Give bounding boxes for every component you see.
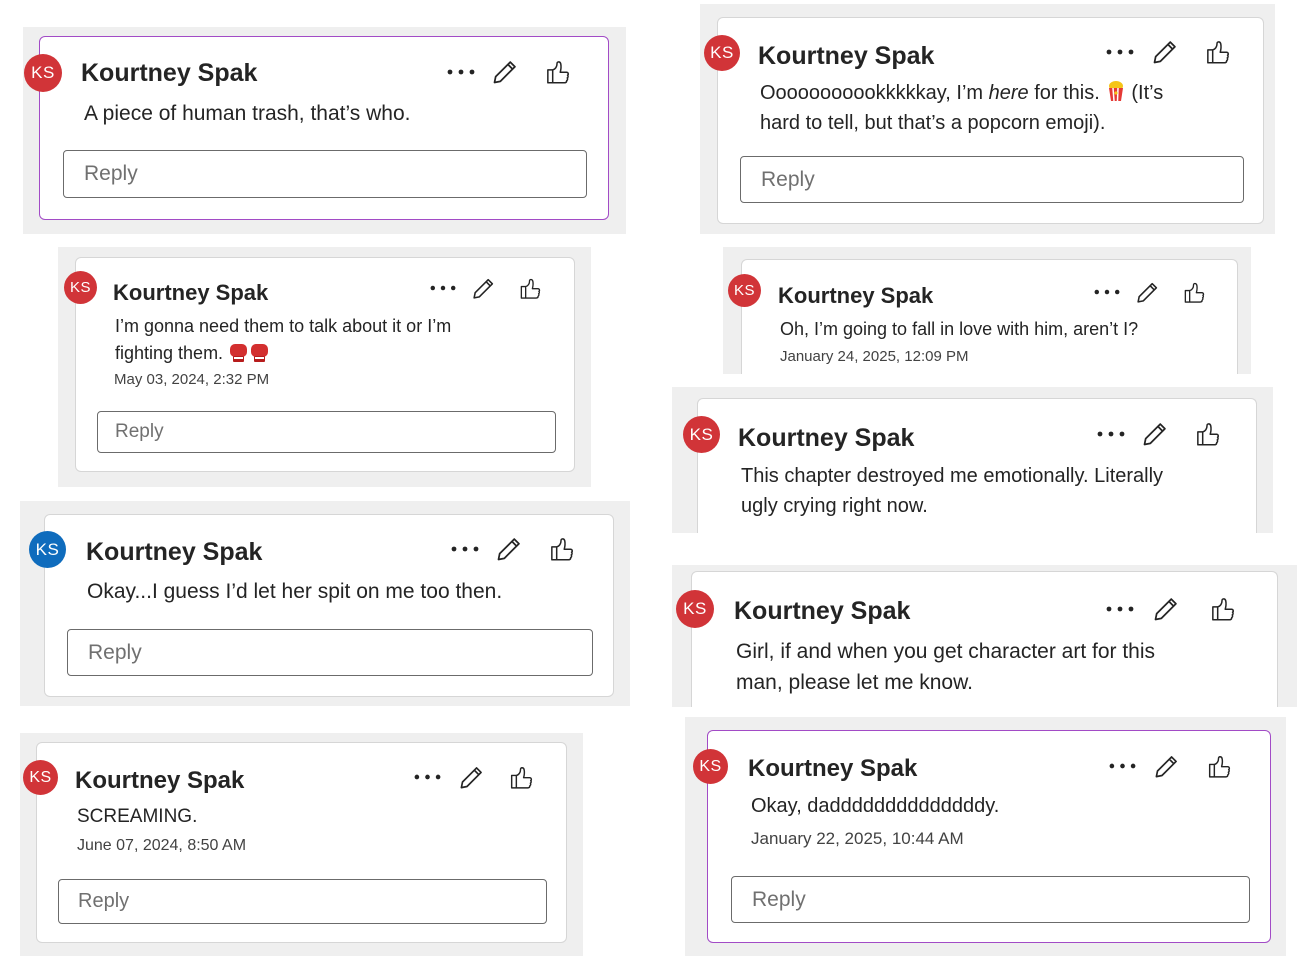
edit-pencil-icon[interactable] [460,273,506,303]
avatar: KS [29,531,66,568]
edit-pencil-icon[interactable] [479,55,531,89]
comment-actions [1090,277,1216,307]
avatar: KS [64,271,97,304]
comment-author: Kourtney Spak [75,767,245,794]
reply-input[interactable]: Reply [97,411,556,453]
boxing-glove-emoji-icon [229,343,271,363]
comment-timestamp: June 07, 2024, 8:50 AM [77,837,247,854]
comment-text: Ooooooooookkkkkay, I’m here for this. (I… [760,80,1164,134]
comment-actions [409,761,543,793]
edit-pencil-icon[interactable] [1140,750,1192,782]
comment-text: Oh, I’m going to fall in love with him, … [780,319,1139,339]
avatar: KS [728,274,761,307]
comment-text: Girl, if and when you get character art … [736,640,1156,694]
comment-author: Kourtney Spak [734,597,911,625]
comment-actions [426,273,552,303]
like-thumbs-up-icon[interactable] [1170,277,1216,307]
comment-author: Kourtney Spak [758,42,935,70]
comment-timestamp: May 03, 2024, 2:32 PM [114,371,270,388]
avatar: KS [704,35,740,71]
comment-card[interactable]: KS Kourtney Spak Ooooooooookkkkkay, I’m … [704,17,1264,224]
comment-text: This chapter destroyed me emotionally. L… [741,465,1164,517]
comment-text: A piece of human trash, that’s who. [84,102,411,125]
comment-author: Kourtney Spak [778,283,934,308]
avatar: KS [24,54,62,92]
comment-card[interactable]: KS Kourtney Spak A piece of human trash,… [24,36,609,220]
avatar: KS [23,760,58,795]
more-options-icon[interactable] [443,55,479,89]
popcorn-emoji-icon [1107,80,1125,102]
more-options-icon[interactable] [409,761,445,793]
comment-author: Kourtney Spak [748,755,918,782]
more-options-icon[interactable] [1090,277,1124,307]
edit-pencil-icon[interactable] [1138,592,1194,626]
like-thumbs-up-icon[interactable] [1192,750,1244,782]
like-thumbs-up-icon[interactable] [1191,35,1243,69]
more-options-icon[interactable] [1102,592,1138,626]
comment-actions [447,532,587,566]
avatar: KS [676,590,714,628]
comment-text: Okay...I guess I’d let her spit on me to… [87,580,503,603]
reply-input[interactable]: Reply [58,879,547,924]
like-thumbs-up-icon[interactable] [506,273,552,303]
edit-pencil-icon[interactable] [1139,35,1191,69]
reply-input[interactable]: Reply [63,150,587,198]
like-thumbs-up-icon[interactable] [1181,417,1233,451]
comment-card[interactable]: KS Kourtney Spak Okay, daddddddddddddddy… [693,730,1271,943]
edit-pencil-icon[interactable] [483,532,535,566]
comment-card[interactable]: KS Kourtney Spak Girl, if and when you g… [676,571,1278,707]
comment-actions [1104,750,1244,782]
comment-card[interactable]: KS Kourtney Spak I’m gonna need them to … [64,257,575,472]
edit-pencil-icon[interactable] [445,761,497,793]
more-options-icon[interactable] [1101,35,1139,69]
edit-pencil-icon[interactable] [1124,277,1170,307]
like-thumbs-up-icon[interactable] [1194,592,1250,626]
like-thumbs-up-icon[interactable] [497,761,543,793]
comment-actions [1102,592,1250,626]
comment-actions [1101,35,1243,69]
comment-actions [443,55,583,89]
like-thumbs-up-icon[interactable] [535,532,587,566]
comment-card[interactable]: KS Kourtney Spak Oh, I’m going to fall i… [728,259,1238,374]
comment-author: Kourtney Spak [113,280,269,305]
comment-author: Kourtney Spak [81,59,258,87]
reply-input[interactable]: Reply [67,629,593,676]
comment-author: Kourtney Spak [86,538,263,566]
more-options-icon[interactable] [1104,750,1140,782]
comment-text: I’m gonna need them to talk about it or … [115,316,452,363]
comment-actions [1093,417,1233,451]
like-thumbs-up-icon[interactable] [531,55,583,89]
comment-card[interactable]: KS Kourtney Spak SCREAMING. June 07, 202… [23,742,567,943]
comment-text: Okay, daddddddddddddddy. [751,795,1000,817]
reply-input[interactable]: Reply [740,156,1244,203]
avatar: KS [683,416,720,453]
more-options-icon[interactable] [447,532,483,566]
more-options-icon[interactable] [426,273,460,303]
reply-input[interactable]: Reply [731,876,1250,923]
comment-timestamp: January 24, 2025, 12:09 PM [780,348,969,365]
edit-pencil-icon[interactable] [1129,417,1181,451]
comment-card[interactable]: KS Kourtney Spak This chapter destroyed … [683,398,1257,533]
avatar: KS [693,749,728,784]
comment-author: Kourtney Spak [738,424,915,452]
comment-timestamp: January 22, 2025, 10:44 AM [751,829,964,848]
comment-card[interactable]: KS Kourtney Spak Okay...I guess I’d let … [29,514,614,697]
comment-text: SCREAMING. [77,806,198,827]
more-options-icon[interactable] [1093,417,1129,451]
